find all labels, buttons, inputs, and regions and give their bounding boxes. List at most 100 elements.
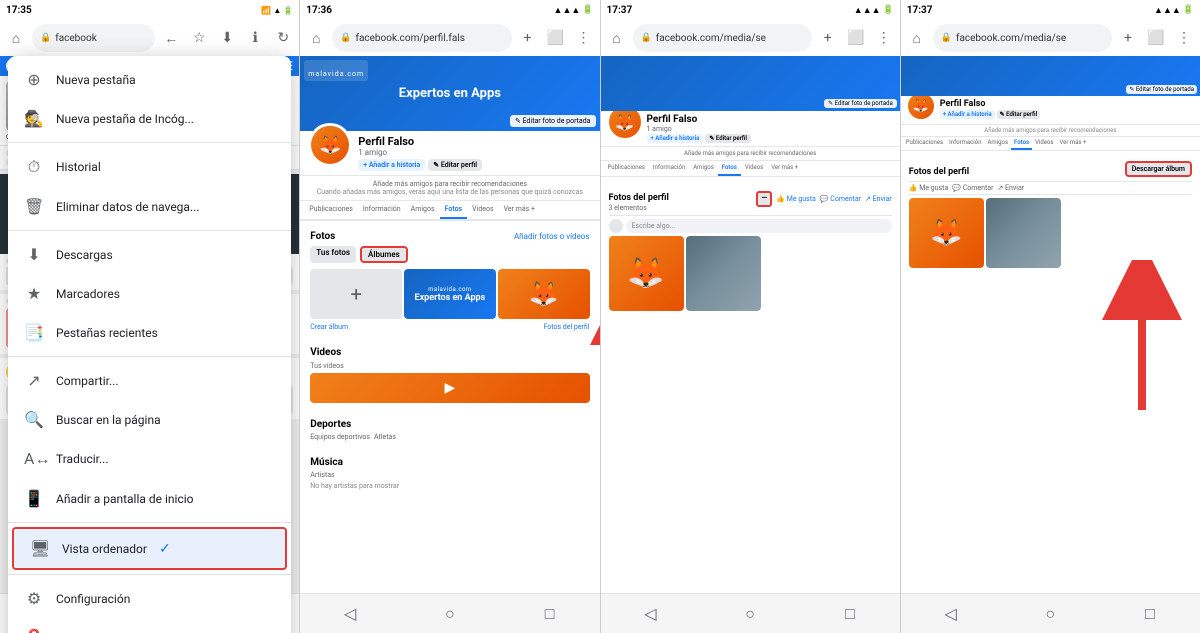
tab-inf-4[interactable]: Información <box>946 137 984 150</box>
like-btn-3[interactable]: 👍 Me gusta <box>776 195 816 203</box>
edit-cover-btn-4[interactable]: ✎ Editar foto de portada <box>1126 85 1197 94</box>
address-bar-1[interactable]: 🔒 facebook <box>32 24 155 52</box>
download-btn-1[interactable]: ⬇ <box>215 26 239 50</box>
new-tab-btn-2[interactable]: + <box>516 26 540 50</box>
tab-amigos-2[interactable]: Amigos <box>406 201 440 219</box>
home-btn-2[interactable]: ⌂ <box>304 26 328 50</box>
albums-tab[interactable]: Álbumes <box>360 246 408 263</box>
minus-btn-3[interactable]: – <box>756 191 772 207</box>
tab-publicaciones-2[interactable]: Publicaciones <box>304 201 358 219</box>
tab-fotos-2[interactable]: Fotos <box>440 201 468 219</box>
comment-area-3: Escribe algo... <box>609 215 892 233</box>
more-btn-2[interactable]: ⋮ <box>572 26 596 50</box>
tab-inf-3[interactable]: Información <box>649 161 689 176</box>
fotos-perfil-link[interactable]: Fotos del perfil <box>543 323 589 331</box>
photo-scene-4[interactable] <box>986 198 1061 268</box>
address-bar-4[interactable]: 🔒 facebook.com/media/se <box>933 24 1112 52</box>
menu-item-settings[interactable]: ⚙ Configuración <box>8 579 291 618</box>
home-btn-4[interactable]: ⌂ <box>905 26 929 50</box>
new-tab-btn-4[interactable]: + <box>1116 26 1140 50</box>
add-story-btn-4[interactable]: + Añadir a historia <box>940 110 995 119</box>
equipos-tab[interactable]: Equipos deportivos <box>310 433 370 441</box>
star-btn-1[interactable]: ☆ <box>187 26 211 50</box>
add-story-btn-3[interactable]: + Añadir a historia <box>647 134 704 143</box>
photo-fox-large[interactable]: 🦊 <box>609 236 684 311</box>
circle-nav-btn-4[interactable]: ○ <box>1035 599 1065 629</box>
menu-item-desktop[interactable]: 🖥 Vista ordenador ✓ <box>12 527 287 570</box>
like-btn-4[interactable]: 👍 Me gusta <box>909 184 949 192</box>
descargar-album-btn[interactable]: Descargar álbum <box>1125 161 1192 177</box>
back-nav-btn-4[interactable]: ◁ <box>936 599 966 629</box>
back-nav-btn-3[interactable]: ◁ <box>635 599 665 629</box>
tab-fotos-3[interactable]: Fotos <box>718 161 741 176</box>
edit-profile-btn-4[interactable]: ✎ Editar perfil <box>997 110 1041 119</box>
tab-vid-3[interactable]: Videos <box>741 161 767 176</box>
square-nav-btn-3[interactable]: □ <box>835 599 865 629</box>
menu-item-bookmarks[interactable]: ★ Marcadores <box>8 274 291 313</box>
tab-mas-4[interactable]: Ver más + <box>1056 137 1089 150</box>
create-album-link[interactable]: Crear álbum <box>310 323 348 331</box>
home-btn-3[interactable]: ⌂ <box>605 26 629 50</box>
tab-ami-3[interactable]: Amigos <box>689 161 718 176</box>
menu-item-help[interactable]: ❓ Ayuda y comentarios <box>8 618 291 633</box>
add-photo-btn[interactable]: + <box>310 269 402 319</box>
atletas-tab[interactable]: Atletas <box>374 433 396 441</box>
comment-btn-4[interactable]: 💬 Comentar <box>952 184 993 192</box>
tab-pub-3[interactable]: Publicaciones <box>604 161 649 176</box>
circle-nav-btn-3[interactable]: ○ <box>735 599 765 629</box>
back-nav-btn-2[interactable]: ◁ <box>335 599 365 629</box>
edit-cover-btn-3[interactable]: ✎ Editar foto de portada <box>824 99 897 108</box>
photo-thumb-fox[interactable]: 🦊 <box>498 269 590 319</box>
menu-item-downloads[interactable]: ⬇ Descargas <box>8 235 291 274</box>
share-btn-4[interactable]: ↗ Enviar <box>997 184 1024 192</box>
comment-input-3[interactable]: Escribe algo... <box>626 219 892 233</box>
menu-item-share[interactable]: ↗ Compartir... <box>8 361 291 400</box>
menu-item-translate[interactable]: A↔ Traducir... <box>8 439 291 479</box>
menu-item-history[interactable]: ⏱ Historial <box>8 147 291 187</box>
refresh-btn-1[interactable]: ↻ <box>271 26 295 50</box>
info-btn-1[interactable]: ℹ <box>243 26 267 50</box>
fox-icon-2: 🦊 <box>529 280 559 308</box>
photo-thumb-malavida[interactable]: malavida.com Expertos en Apps <box>404 269 496 319</box>
tab-videos-2[interactable]: Videos <box>467 201 498 219</box>
tab-ami-4[interactable]: Amigos <box>985 137 1012 150</box>
back-btn-1[interactable]: ← <box>159 26 183 50</box>
dropdown-menu: ⊕ Nueva pestaña 🕵 Nueva pestaña de Incóg… <box>8 56 291 633</box>
menu-item-find[interactable]: 🔍 Buscar en la página <box>8 400 291 439</box>
tab-vid-4[interactable]: Videos <box>1032 137 1056 150</box>
tabs-btn-2[interactable]: ⬜ <box>544 26 568 50</box>
square-nav-btn-4[interactable]: □ <box>1135 599 1165 629</box>
tab-fotos-4[interactable]: Fotos <box>1011 137 1032 150</box>
square-nav-btn-2[interactable]: □ <box>535 599 565 629</box>
menu-item-incognito[interactable]: 🕵 Nueva pestaña de Incóg... <box>8 99 291 138</box>
tab-pub-4[interactable]: Publicaciones <box>903 137 946 150</box>
tabs-btn-3[interactable]: ⬜ <box>844 26 868 50</box>
menu-item-new-tab[interactable]: ⊕ Nueva pestaña <box>8 60 291 99</box>
home-btn-1[interactable]: ⌂ <box>4 26 28 50</box>
circle-nav-btn-2[interactable]: ○ <box>435 599 465 629</box>
tus-fotos-tab[interactable]: Tus fotos <box>310 246 356 263</box>
photo-scene-large[interactable] <box>686 236 761 311</box>
address-bar-3[interactable]: 🔒 facebook.com/media/se <box>633 24 812 52</box>
photo-fox-4[interactable]: 🦊 <box>909 198 984 268</box>
tab-mas-2[interactable]: Ver más + <box>499 201 540 219</box>
address-bar-2[interactable]: 🔒 facebook.com/perfil.fals <box>332 24 511 52</box>
menu-item-add-home[interactable]: 📱 Añadir a pantalla de inicio <box>8 479 291 518</box>
comment-btn-3[interactable]: 💬 Comentar <box>820 195 861 203</box>
add-home-icon: 📱 <box>24 489 44 508</box>
more-btn-4[interactable]: ⋮ <box>1172 26 1196 50</box>
edit-profile-btn-3[interactable]: ✎ Editar perfil <box>705 134 751 143</box>
edit-cover-btn-2[interactable]: ✎ Editar foto de portada <box>510 115 595 127</box>
share-btn-3[interactable]: ↗ Enviar <box>865 195 892 203</box>
add-story-btn[interactable]: + Añadir a historia <box>358 159 425 171</box>
tab-informacion-2[interactable]: Información <box>358 201 406 219</box>
menu-item-recent-tabs[interactable]: 📑 Pestañas recientes <box>8 313 291 352</box>
more-btn-3[interactable]: ⋮ <box>872 26 896 50</box>
tab-mas-3[interactable]: Ver más + <box>767 161 802 176</box>
video-thumb-2[interactable]: ▶ <box>310 373 589 403</box>
add-photos-btn[interactable]: Añadir fotos o vídeos <box>514 232 590 241</box>
new-tab-btn-3[interactable]: + <box>816 26 840 50</box>
menu-item-clear-data[interactable]: 🗑 Eliminar datos de navega... <box>8 187 291 226</box>
edit-profile-btn[interactable]: ✎ Editar perfil <box>428 159 482 171</box>
tabs-btn-4[interactable]: ⬜ <box>1144 26 1168 50</box>
